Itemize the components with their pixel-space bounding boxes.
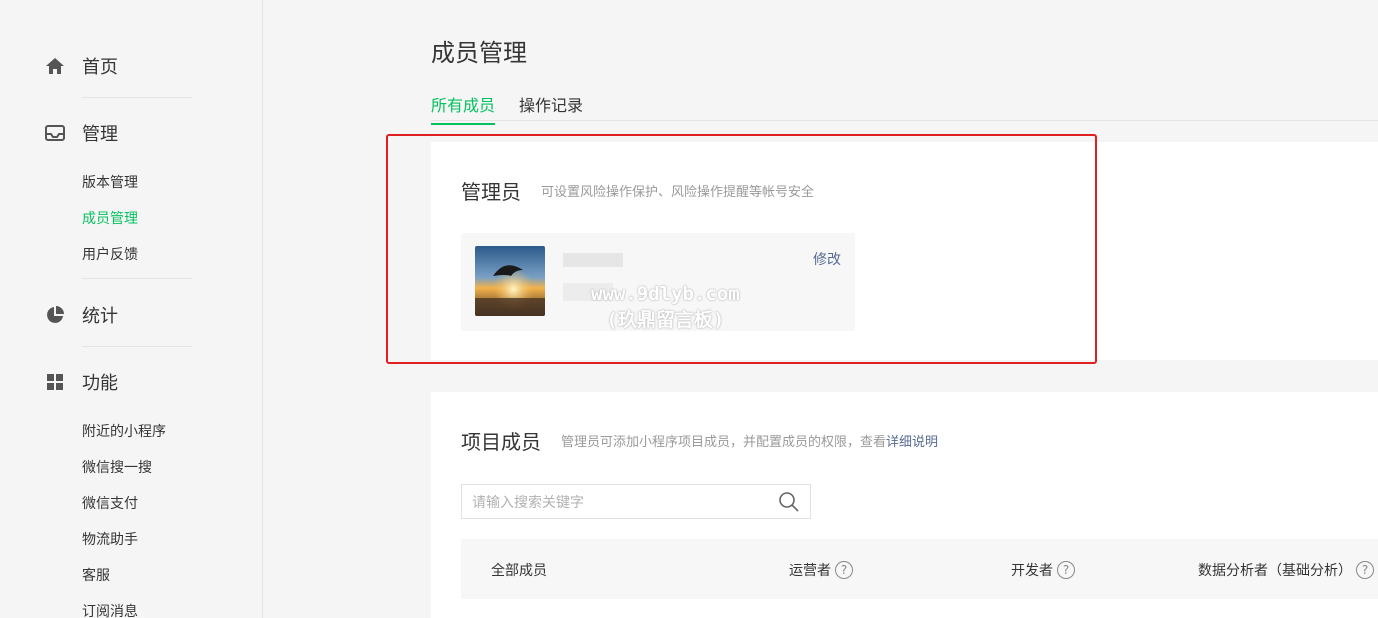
members-card: 项目成员 管理员可添加小程序项目成员，并配置成员的权限，查看详细说明 全部成员 … (431, 392, 1378, 618)
sidebar-item-members[interactable]: 成员管理 (82, 208, 138, 228)
inbox-icon (44, 122, 66, 144)
page-title: 成员管理 (431, 39, 527, 67)
admin-card: 管理员 可设置风险操作保护、风险操作提醒等帐号安全 www.9dlyb.com … (431, 142, 1378, 360)
divider (82, 97, 192, 98)
search-input[interactable] (462, 485, 762, 518)
nav-manage[interactable]: 管理 (44, 120, 118, 146)
column-developer: 开发者 ? (1011, 560, 1075, 580)
sidebar-item-search[interactable]: 微信搜一搜 (82, 457, 152, 477)
avatar (475, 246, 545, 316)
table-header: 全部成员 运营者 ? 开发者 ? 数据分析者（基础分析） ? (461, 539, 1378, 599)
column-data-analyst: 数据分析者（基础分析） ? (1198, 560, 1374, 580)
column-all-members: 全部成员 (491, 560, 547, 580)
sidebar-item-nearby[interactable]: 附近的小程序 (82, 421, 166, 441)
admin-name-redacted (563, 253, 623, 267)
tab-all-members[interactable]: 所有成员 (431, 92, 496, 125)
divider (82, 346, 192, 347)
nav-manage-label: 管理 (82, 124, 118, 145)
sidebar-item-feedback[interactable]: 用户反馈 (82, 244, 138, 264)
column-label: 全部成员 (491, 563, 547, 579)
main-content: 成员管理 所有成员 操作记录 管理员 可设置风险操作保护、风险操作提醒等帐号安全 (263, 0, 1378, 618)
tab-bar: 所有成员 操作记录 (431, 86, 1378, 125)
help-icon[interactable]: ? (1057, 561, 1075, 579)
nav-home-label: 首页 (82, 57, 118, 78)
divider (82, 278, 192, 279)
modify-admin-link[interactable]: 修改 (813, 249, 841, 269)
sidebar-item-pay[interactable]: 微信支付 (82, 493, 138, 513)
nav-home[interactable]: 首页 (44, 53, 118, 79)
members-description: 管理员可添加小程序项目成员，并配置成员的权限，查看详细说明 (561, 431, 938, 450)
members-description-text: 管理员可添加小程序项目成员，并配置成员的权限，查看 (561, 435, 887, 450)
admin-entry: www.9dlyb.com (玖鼎留言板) 修改 (461, 233, 855, 331)
admin-title: 管理员 (461, 180, 521, 204)
pie-chart-icon (44, 304, 66, 326)
details-link[interactable]: 详细说明 (886, 435, 938, 450)
sidebar-item-version[interactable]: 版本管理 (82, 172, 138, 192)
nav-stats[interactable]: 统计 (44, 302, 118, 328)
members-title: 项目成员 (461, 430, 541, 454)
grid-icon (44, 371, 66, 393)
help-icon[interactable]: ? (835, 561, 853, 579)
nav-features-label: 功能 (82, 373, 118, 394)
sidebar: 首页 管理 版本管理 成员管理 用户反馈 统计 功能 附近的小程序 微信搜一搜 … (0, 0, 263, 618)
column-label: 数据分析者（基础分析） (1198, 563, 1352, 579)
nav-features[interactable]: 功能 (44, 369, 118, 395)
column-label: 运营者 (789, 563, 831, 579)
search-icon[interactable] (778, 491, 800, 513)
watermark-line2: (玖鼎留言板) (606, 309, 725, 331)
nav-stats-label: 统计 (82, 306, 118, 327)
sidebar-item-service[interactable]: 客服 (82, 565, 110, 585)
admin-description: 可设置风险操作保护、风险操作提醒等帐号安全 (541, 185, 815, 200)
search-box (461, 484, 811, 519)
help-icon[interactable]: ? (1356, 561, 1374, 579)
column-operator: 运营者 ? (789, 560, 853, 580)
watermark: www.9dlyb.com (玖鼎留言板) (591, 281, 740, 333)
watermark-line1: www.9dlyb.com (591, 283, 740, 305)
column-label: 开发者 (1011, 563, 1053, 579)
home-icon (44, 55, 66, 77)
tab-operation-log[interactable]: 操作记录 (519, 92, 583, 123)
sidebar-item-subscribe[interactable]: 订阅消息 (82, 601, 138, 618)
sidebar-item-logistics[interactable]: 物流助手 (82, 529, 138, 549)
